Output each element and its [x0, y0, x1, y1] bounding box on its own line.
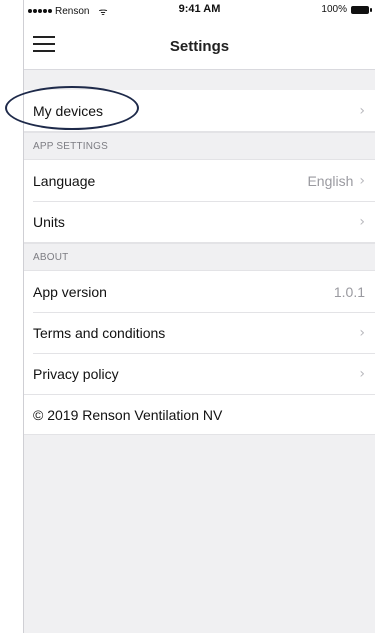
chevron-right-icon: › [359, 324, 365, 341]
language-row[interactable]: Language English › [24, 160, 375, 201]
privacy-row[interactable]: Privacy policy › [24, 353, 375, 394]
settings-list: My devices › APP SETTINGS Language Engli… [24, 70, 375, 435]
status-bar: Renson ᯤ 9:41 AM 100% [24, 0, 375, 20]
battery-percent: 100% [321, 4, 347, 15]
nav-bar: Settings [24, 20, 375, 70]
battery-status: 100% [321, 4, 372, 15]
battery-icon [351, 5, 372, 14]
row-label: Units [33, 213, 65, 230]
section-header-app-settings: APP SETTINGS [24, 132, 375, 160]
app-settings-group: Language English › Units › [24, 160, 375, 243]
page-title: Settings [169, 38, 230, 55]
about-group: App version 1.0.1 Terms and conditions ›… [24, 271, 375, 394]
terms-row[interactable]: Terms and conditions › [24, 312, 375, 353]
top-spacer [24, 70, 375, 90]
chevron-right-icon: › [359, 102, 365, 119]
copyright-footer: © 2019 Renson Ventilation NV [24, 394, 375, 435]
row-label: App version [33, 283, 107, 300]
row-label: My devices [33, 102, 104, 119]
chevron-right-icon: › [359, 172, 365, 189]
row-label: Terms and conditions [33, 324, 166, 341]
units-row[interactable]: Units › [24, 201, 375, 242]
app-version-value: 1.0.1 [333, 283, 365, 300]
chevron-right-icon: › [359, 365, 365, 382]
app-version-row: App version 1.0.1 [24, 271, 375, 312]
devices-group: My devices › [24, 90, 375, 132]
phone-screen: Renson ᯤ 9:41 AM 100% Settings My device… [23, 0, 375, 633]
chevron-right-icon: › [359, 213, 365, 230]
my-devices-row[interactable]: My devices › [24, 90, 375, 131]
row-label: Language [33, 172, 96, 189]
section-header-about: ABOUT [24, 243, 375, 271]
language-value: English [307, 172, 354, 189]
screenshot-frame: Renson ᯤ 9:41 AM 100% Settings My device… [0, 0, 375, 633]
row-label: Privacy policy [33, 365, 119, 382]
